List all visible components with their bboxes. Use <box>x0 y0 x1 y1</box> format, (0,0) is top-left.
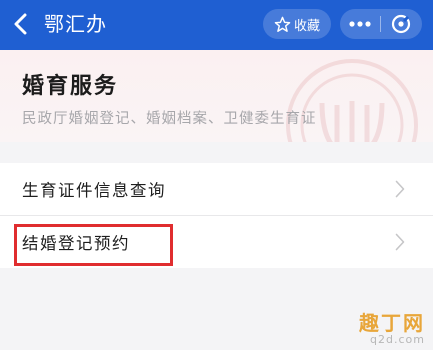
watermark: 趣丁网 q2d.com <box>359 312 425 346</box>
watermark-logo-text: 趣丁网 <box>359 311 425 335</box>
mini-program-capsule <box>340 9 422 39</box>
watermark-url: q2d.com <box>370 333 425 346</box>
close-circle-icon <box>391 14 411 34</box>
close-button[interactable] <box>381 9 421 39</box>
page-subtitle: 民政厅婚姻登记、婚姻档案、卫健委生育证 <box>22 111 317 127</box>
chevron-left-icon <box>14 13 27 35</box>
favorite-label: 收藏 <box>293 18 320 34</box>
list-item-birth-certificate-query[interactable]: 生育证件信息查询 <box>0 163 433 215</box>
service-banner: 婚育服务 民政厅婚姻登记、婚姻档案、卫健委生育证 <box>0 50 433 142</box>
emblem-icon <box>286 59 418 142</box>
star-icon <box>274 16 291 32</box>
chevron-right-icon <box>395 180 405 198</box>
service-list: 生育证件信息查询 结婚登记预约 <box>0 163 433 268</box>
list-item-label: 结婚登记预约 <box>22 234 130 253</box>
top-app-bar: 鄂汇办 收藏 <box>0 0 433 50</box>
more-button[interactable] <box>340 9 380 39</box>
list-item-label: 生育证件信息查询 <box>22 181 166 200</box>
more-dots-icon <box>349 21 371 27</box>
app-title: 鄂汇办 <box>44 12 107 36</box>
favorite-button[interactable]: 收藏 <box>263 9 331 39</box>
page-title: 婚育服务 <box>22 74 119 99</box>
chevron-right-icon <box>395 233 405 251</box>
list-item-marriage-registration-appointment[interactable]: 结婚登记预约 <box>0 215 433 268</box>
back-button[interactable] <box>8 11 34 37</box>
